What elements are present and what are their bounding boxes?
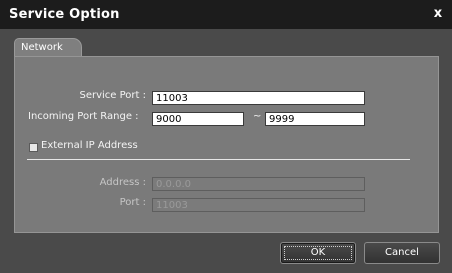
ok-button[interactable]: OK bbox=[280, 242, 356, 264]
close-icon[interactable]: x bbox=[431, 7, 445, 21]
focus-ring bbox=[284, 246, 352, 260]
port-range-from-input[interactable] bbox=[152, 112, 244, 126]
service-option-dialog: Service Option x Network Service Port : … bbox=[0, 0, 452, 273]
port-range-to-input[interactable] bbox=[265, 112, 365, 126]
window-title: Service Option bbox=[9, 7, 120, 22]
port-label: Port : bbox=[119, 197, 146, 208]
section-divider bbox=[27, 159, 410, 160]
tab-network[interactable]: Network bbox=[14, 38, 82, 57]
title-bar: Service Option x bbox=[0, 0, 452, 29]
address-input[interactable] bbox=[152, 177, 365, 191]
cancel-button-label: Cancel bbox=[385, 247, 419, 258]
cancel-button[interactable]: Cancel bbox=[364, 242, 440, 264]
port-range-separator: ~ bbox=[253, 111, 262, 122]
tab-network-label: Network bbox=[21, 42, 63, 53]
incoming-port-range-label: Incoming Port Range : bbox=[28, 111, 139, 122]
port-input[interactable] bbox=[152, 198, 365, 212]
service-port-input[interactable] bbox=[152, 91, 365, 105]
service-port-label: Service Port : bbox=[79, 90, 146, 101]
external-ip-checkbox[interactable] bbox=[29, 143, 38, 152]
address-label: Address : bbox=[99, 177, 146, 188]
external-ip-label: External IP Address bbox=[41, 140, 138, 151]
